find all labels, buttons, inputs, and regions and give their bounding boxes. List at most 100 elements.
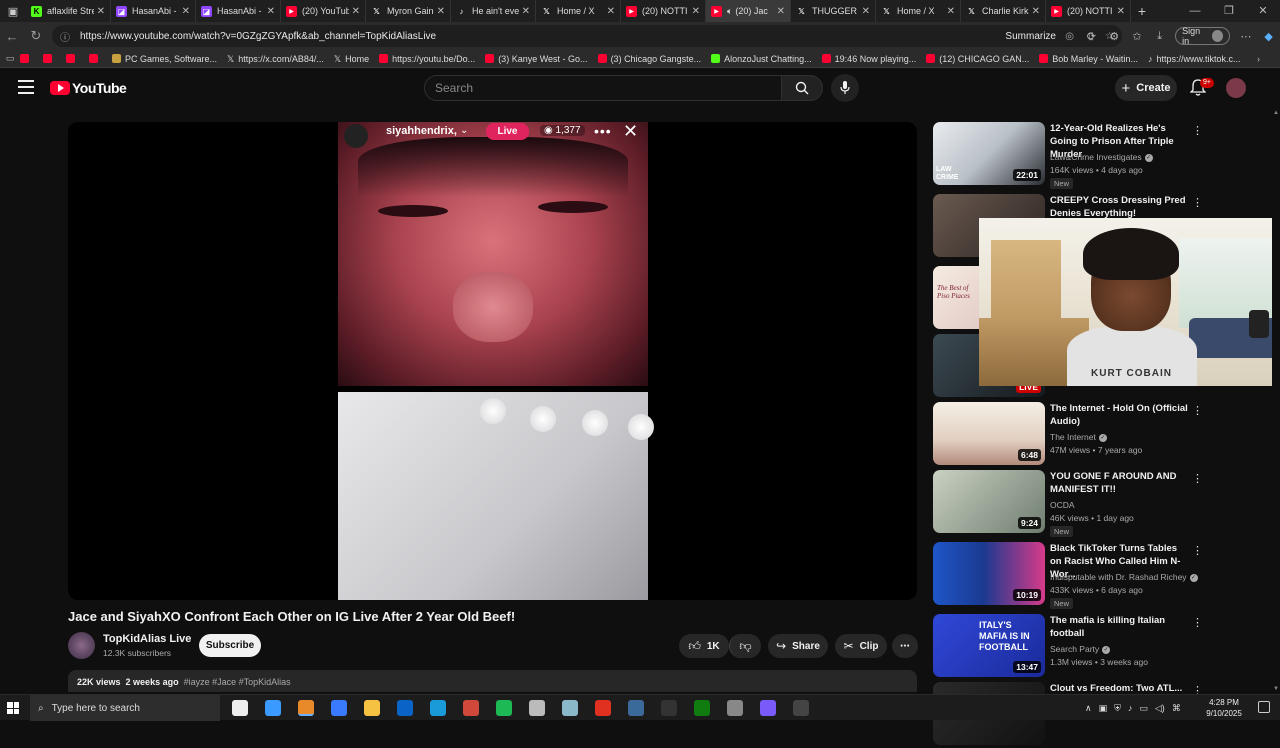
create-button[interactable]: + Create <box>1115 75 1177 101</box>
more-menu-icon[interactable]: ⋯ <box>1234 30 1257 43</box>
close-tab-icon[interactable]: ✕ <box>862 6 870 17</box>
dislike-button[interactable]: 👎︎ <box>729 634 761 658</box>
search-input[interactable]: Search <box>424 75 782 101</box>
bookmark-item[interactable] <box>89 54 102 64</box>
bookmark-sidebar-icon[interactable]: ▭ <box>0 53 20 64</box>
sync-icon[interactable]: ⟳ <box>1080 30 1103 43</box>
recommended-video[interactable]: LAW CRIME 22:01 12-Year-Old Realizes He's … <box>933 122 1203 189</box>
copilot-sidebar-icon[interactable]: ◆ <box>1257 30 1280 43</box>
voice-search-button[interactable] <box>831 74 859 102</box>
tab-actions-menu-icon[interactable]: ▣ <box>0 0 26 22</box>
like-button[interactable]: 👍︎ 1K <box>679 634 729 658</box>
bookmark-item[interactable]: AlonzoJust Chatting... <box>711 54 812 64</box>
description-box[interactable]: 22K views 2 weeks ago #iayze #Jace #TopK… <box>68 670 917 692</box>
account-avatar[interactable] <box>1226 78 1246 98</box>
browser-tab[interactable]: 𝕏 Myron Gaines✕ <box>366 0 451 22</box>
favorites-icon[interactable]: ✩ <box>1126 30 1149 43</box>
bookmark-item[interactable] <box>43 54 56 64</box>
browser-tab[interactable]: ◪ HasanAbi - ✕ <box>196 0 281 22</box>
obs-icon[interactable] <box>595 700 611 716</box>
app-icon[interactable] <box>727 700 743 716</box>
recommended-video[interactable]: 6:48 The Internet - Hold On (Official Aud… <box>933 402 1203 468</box>
close-tab-icon[interactable]: ✕ <box>352 6 360 17</box>
tray-overflow-icon[interactable]: ∧ <box>1085 703 1092 714</box>
clip-button[interactable]: ✂ Clip <box>835 634 887 658</box>
channel-avatar[interactable] <box>68 632 95 659</box>
minimize-icon[interactable]: — <box>1178 0 1212 22</box>
close-tab-icon[interactable]: ✕ <box>692 6 700 17</box>
taskbar-search-input[interactable]: ⌕ Type here to search <box>30 695 220 721</box>
recommended-video-title[interactable]: CREEPY Cross Dressing Pred Denies Everyt… <box>1050 194 1190 220</box>
more-vertical-icon[interactable]: ⋮ <box>1192 124 1203 137</box>
url-field[interactable]: ⓘ https://www.youtube.com/watch?v=0GZgZG… <box>52 25 1122 47</box>
browser-tab[interactable]: ▶ (20) YouTube✕ <box>281 0 366 22</box>
xbox-icon[interactable] <box>694 700 710 716</box>
copilot-icon[interactable]: ◎ <box>1065 31 1074 42</box>
back-icon[interactable]: ← <box>0 29 24 44</box>
more-vertical-icon[interactable]: ⋮ <box>1192 404 1203 417</box>
close-tab-icon[interactable]: ✕ <box>97 6 105 17</box>
subscribe-button[interactable]: Subscribe <box>199 634 261 657</box>
bookmark-item[interactable]: ♪ https://www.tiktok.c... <box>1148 54 1241 65</box>
bookmark-item[interactable]: (3) Chicago Gangste... <box>597 54 701 64</box>
sign-in-button[interactable]: Sign in <box>1175 26 1231 46</box>
tab-audio-icon[interactable]: 🔈︎ <box>727 6 732 17</box>
recommended-channel[interactable]: Indisputable with Dr. Rashad Richey ✓ <box>1050 572 1198 582</box>
scroll-up-icon[interactable]: ▲ <box>1273 110 1279 116</box>
browser-tab[interactable]: ▶ 🔈︎ (20) Jac ✕ <box>706 0 791 22</box>
discord-icon[interactable] <box>760 700 776 716</box>
refresh-icon[interactable]: ↻ <box>24 28 48 44</box>
copilot-icon[interactable] <box>265 700 281 716</box>
video-thumbnail[interactable]: 10:19 <box>933 542 1045 605</box>
browser-tab[interactable]: 𝕏 Charlie Kirk ✕ <box>961 0 1046 22</box>
edge-browser-icon[interactable] <box>298 700 314 716</box>
close-tab-icon[interactable]: ✕ <box>777 6 785 17</box>
recommended-channel[interactable]: Law&Crime Investigates ✓ <box>1050 152 1153 162</box>
recommended-video[interactable]: 9:24 YOU GONE F AROUND AND MANIFEST IT!! ⋮… <box>933 470 1203 537</box>
video-thumbnail[interactable]: LAW CRIME 22:01 <box>933 122 1045 185</box>
page-scrollbar[interactable]: ▲ ▼ <box>1272 108 1280 694</box>
recommended-video[interactable]: ITALY'S MAFIA IS IN FOOTBALL 13:47 The maf… <box>933 614 1203 680</box>
close-tab-icon[interactable]: ✕ <box>1032 6 1040 17</box>
taskbar-clock[interactable]: 4:28 PM 9/10/2025 <box>1202 697 1246 719</box>
game-icon[interactable] <box>463 700 479 716</box>
bookmark-item[interactable]: (12) CHICAGO GAN... <box>926 54 1029 64</box>
scroll-down-icon[interactable]: ▼ <box>1273 686 1279 692</box>
recommended-channel[interactable]: The Internet ✓ <box>1050 432 1107 442</box>
bookmark-item[interactable] <box>66 54 79 64</box>
close-tab-icon[interactable]: ✕ <box>522 6 530 17</box>
extensions-icon[interactable]: ⚙ <box>1103 30 1126 43</box>
close-tab-icon[interactable]: ✕ <box>182 6 190 17</box>
more-actions-button[interactable]: ⋯ <box>892 634 918 658</box>
search-button[interactable] <box>781 75 823 101</box>
bookmark-item[interactable] <box>20 54 33 64</box>
new-tab-button[interactable]: + <box>1131 3 1153 19</box>
close-tab-icon[interactable]: ✕ <box>1117 6 1125 17</box>
task-view-icon[interactable] <box>232 700 248 716</box>
bookmark-item[interactable]: PC Games, Software... <box>112 54 217 64</box>
close-tab-icon[interactable]: ✕ <box>947 6 955 17</box>
browser-tab[interactable]: ♪ He ain't even✕ <box>451 0 536 22</box>
hashtags[interactable]: #iayze #Jace #TopKidAlias <box>184 677 291 687</box>
share-button[interactable]: ↪ Share <box>768 634 828 658</box>
photoshop-icon[interactable] <box>430 700 446 716</box>
restore-icon[interactable]: ❐ <box>1212 0 1246 22</box>
app-icon[interactable] <box>562 700 578 716</box>
recommended-channel[interactable]: OCDA <box>1050 500 1075 510</box>
close-window-icon[interactable]: ✕ <box>1246 0 1280 22</box>
browser-tab[interactable]: 𝕏 Home / X ✕ <box>536 0 621 22</box>
steam-icon[interactable] <box>628 700 644 716</box>
browser-tab[interactable]: 𝕏 THUGGER ✕ <box>791 0 876 22</box>
file-explorer-icon[interactable] <box>364 700 380 716</box>
outlook-icon[interactable] <box>397 700 413 716</box>
tray-mic-icon[interactable]: ♪ <box>1128 703 1133 713</box>
browser-tab[interactable]: Kaflaxlife Strea✕ <box>26 0 111 22</box>
youtube-logo[interactable]: YouTube <box>50 80 127 96</box>
notification-center-icon[interactable] <box>1258 701 1270 713</box>
browser-tab[interactable]: ▶ (20) NOTTI ✕ <box>1046 0 1131 22</box>
close-tab-icon[interactable]: ✕ <box>607 6 615 17</box>
recommended-video-title[interactable]: The Internet - Hold On (Official Audio) <box>1050 402 1190 428</box>
video-thumbnail[interactable]: 9:24 <box>933 470 1045 533</box>
downloads-icon[interactable]: ⤓ <box>1148 30 1171 43</box>
spotify-icon[interactable] <box>496 700 512 716</box>
